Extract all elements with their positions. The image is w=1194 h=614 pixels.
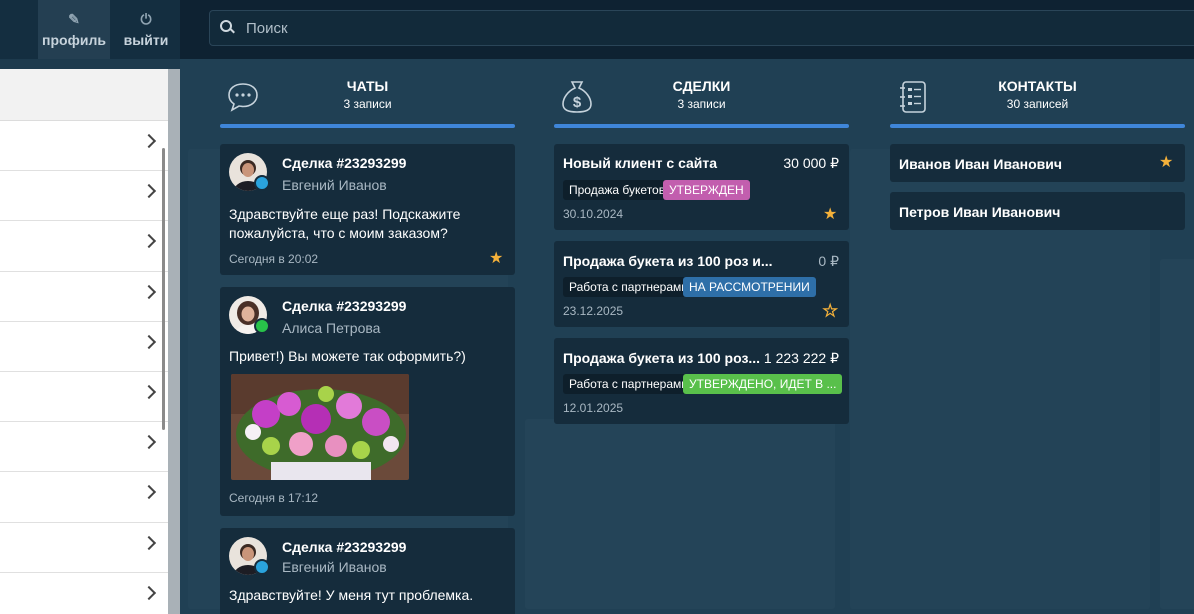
- list-item[interactable]: [0, 523, 168, 573]
- left-list-header: [0, 69, 168, 121]
- whatsapp-icon: [254, 318, 270, 334]
- chat-time: Сегодня в 17:12: [229, 491, 319, 505]
- chat-time: Сегодня в 20:02: [229, 252, 319, 266]
- chats-title: ЧАТЫ: [346, 78, 389, 94]
- star-icon[interactable]: ★: [1159, 155, 1173, 171]
- deal-date: 30.10.2024: [563, 207, 624, 221]
- chat-message: Здравствуйте! У меня тут проблемка.: [229, 587, 474, 603]
- logout-button[interactable]: ⏻ выйти: [112, 0, 180, 59]
- chevron-right-icon: [141, 535, 157, 550]
- deal-pipeline-tag: Работа с партнерами: [563, 374, 694, 394]
- chevron-right-icon: [141, 435, 157, 450]
- list-item[interactable]: [0, 171, 168, 222]
- deals-column-header: $ СДЕЛКИ 3 записи: [554, 72, 849, 128]
- chevron-right-icon: [141, 384, 157, 400]
- chat-title: Сделка #23293299: [282, 298, 407, 314]
- chevron-right-icon: [141, 184, 157, 199]
- chat-title: Сделка #23293299: [282, 155, 407, 171]
- deals-accent-bar: [554, 124, 849, 128]
- chevron-right-icon: [141, 234, 157, 249]
- deal-status-badge: НА РАССМОТРЕНИИ: [683, 277, 816, 297]
- chat-title: Сделка #23293299: [282, 539, 407, 555]
- ghost-panel: [525, 419, 835, 609]
- telegram-icon: [254, 175, 270, 191]
- contact-card[interactable]: Петров Иван Иванович: [890, 192, 1185, 230]
- chats-column-header: ЧАТЫ 3 записи: [220, 72, 515, 128]
- contacts-title: КОНТАКТЫ: [998, 78, 1077, 94]
- deal-status-badge: УТВЕРЖДЕНО, ИДЕТ В ...: [683, 374, 843, 394]
- chat-message: Привет!) Вы можете так оформить?): [229, 348, 466, 364]
- contact-name: Петров Иван Иванович: [899, 204, 1061, 220]
- star-icon[interactable]: ★: [823, 207, 837, 223]
- deal-date: 23.12.2025: [563, 304, 624, 318]
- chat-contact-name: Евгений Иванов: [282, 177, 387, 193]
- chat-contact-name: Евгений Иванов: [282, 559, 387, 575]
- deal-card[interactable]: Продажа букета из 100 роз и... 0 ₽ Работ…: [554, 241, 849, 327]
- chevron-right-icon: [141, 585, 157, 600]
- deal-title: Новый клиент с сайта: [563, 155, 718, 171]
- chats-accent-bar: [220, 124, 515, 128]
- star-icon[interactable]: ★: [489, 251, 503, 267]
- list-item[interactable]: [0, 121, 168, 172]
- contacts-column-header: КОНТАКТЫ 30 записей: [890, 72, 1185, 128]
- pencil-icon: ✎: [68, 10, 80, 27]
- chat-card[interactable]: Сделка #23293299 Алиса Петрова Привет!) …: [220, 287, 515, 516]
- contact-name: Иванов Иван Иванович: [899, 156, 1063, 172]
- flower-bouquet-image[interactable]: [231, 374, 409, 480]
- list-item[interactable]: [0, 372, 168, 423]
- chevron-right-icon: [141, 284, 157, 299]
- deal-title: Продажа букета из 100 роз...: [563, 350, 761, 366]
- list-item[interactable]: [0, 422, 168, 473]
- deal-amount: 1 223 222 ₽: [763, 350, 839, 366]
- deal-pipeline-tag: Работа с партнерами: [563, 277, 694, 297]
- search-bar: [209, 10, 1194, 46]
- profile-button[interactable]: ✎ профиль: [38, 0, 110, 59]
- contacts-accent-bar: [890, 124, 1185, 128]
- chat-card[interactable]: Сделка #23293299 Евгений Иванов Здравств…: [220, 528, 515, 614]
- contact-card[interactable]: Иванов Иван Иванович ★: [890, 144, 1185, 182]
- list-item[interactable]: [0, 221, 168, 272]
- list-item[interactable]: [0, 322, 168, 372]
- deal-status-badge: УТВЕРЖДЕН: [663, 180, 750, 200]
- chat-contact-name: Алиса Петрова: [282, 320, 381, 336]
- panel-divider: [168, 69, 180, 614]
- power-icon: ⏻: [140, 10, 152, 27]
- chat-message: Здравствуйте еще раз! Подскажите пожалуй…: [229, 206, 461, 241]
- list-item[interactable]: [0, 573, 168, 614]
- telegram-icon: [254, 559, 270, 575]
- top-bar: ✎ профиль ⏻ выйти: [0, 0, 1194, 59]
- chevron-right-icon: [141, 133, 157, 149]
- left-list-scrollbar[interactable]: [162, 148, 165, 430]
- deal-amount: 30 000 ₽: [783, 155, 839, 171]
- deals-count: 3 записи: [677, 97, 726, 111]
- chats-count: 3 записи: [343, 97, 392, 111]
- deal-card[interactable]: Новый клиент с сайта 30 000 ₽ Продажа бу…: [554, 144, 849, 230]
- search-icon: [220, 20, 236, 36]
- deal-amount: 0 ₽: [818, 253, 839, 269]
- chevron-right-icon: [141, 334, 157, 349]
- list-item[interactable]: [0, 472, 168, 523]
- deals-title: СДЕЛКИ: [672, 78, 731, 94]
- deal-card[interactable]: Продажа букета из 100 роз... 1 223 222 ₽…: [554, 338, 849, 424]
- logout-label: выйти: [123, 31, 169, 48]
- deal-pipeline-tag: Продажа букетов: [563, 180, 672, 200]
- chat-card[interactable]: Сделка #23293299 Евгений Иванов Здравств…: [220, 144, 515, 275]
- profile-label: профиль: [42, 31, 106, 48]
- contacts-count: 30 записей: [1006, 97, 1069, 111]
- list-item[interactable]: [0, 272, 168, 322]
- chevron-right-icon: [141, 485, 157, 500]
- left-list-panel: [0, 69, 168, 614]
- star-outline-icon[interactable]: ★: [822, 303, 838, 320]
- ghost-panel: [1160, 259, 1194, 609]
- deal-date: 12.01.2025: [563, 401, 624, 415]
- search-input[interactable]: [246, 19, 946, 37]
- deal-title: Продажа букета из 100 роз и...: [563, 253, 773, 269]
